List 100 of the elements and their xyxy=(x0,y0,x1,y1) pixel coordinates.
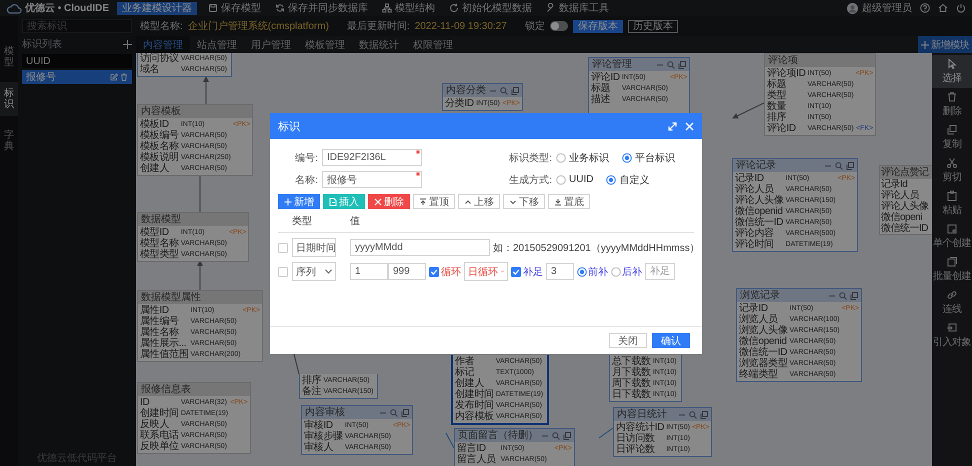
home-icon[interactable] xyxy=(938,3,948,13)
menu-button[interactable]: 保存并同步数据库 xyxy=(272,1,372,15)
column-name: 模型名称 xyxy=(140,238,179,249)
select-field[interactable]: 日循环 xyxy=(464,262,508,281)
column-name: 日评论数 xyxy=(616,444,656,455)
radio-option[interactable]: 后补 xyxy=(611,264,642,278)
menu-button[interactable]: 数据库工具 xyxy=(543,1,612,15)
list-item[interactable]: 报修号 xyxy=(22,70,132,84)
copy-icon[interactable] xyxy=(678,60,686,68)
module-tab[interactable]: 站点管理 xyxy=(190,36,244,53)
copy-icon[interactable] xyxy=(563,432,571,440)
edit-icon[interactable] xyxy=(110,73,118,81)
input-field[interactable]: 1 xyxy=(350,263,388,280)
tool-button[interactable]: 删除 xyxy=(932,88,972,121)
radio-option[interactable]: 业务标识 xyxy=(556,150,609,164)
copy-icon[interactable] xyxy=(850,292,858,300)
tool-button[interactable]: 单个创建 xyxy=(932,220,972,253)
expand-icon[interactable] xyxy=(668,122,677,130)
column-name: 标记 xyxy=(455,367,474,378)
rail-tab[interactable]: 标识 xyxy=(0,82,18,116)
column-name: 备注 xyxy=(302,386,322,397)
column-name: 模板ID xyxy=(140,119,169,130)
table-card[interactable]: 评论点赞记 记录Id 评论人员 评论人头像 微信openi 微信统一ID xyxy=(879,165,932,235)
tool-button[interactable]: 选择 xyxy=(932,55,972,88)
toolbar-button[interactable]: 置底 xyxy=(548,194,590,209)
user-name[interactable]: 超级管理员 xyxy=(862,1,912,15)
search-icon[interactable] xyxy=(390,408,398,416)
rail-tab[interactable]: 字典 xyxy=(0,124,18,158)
tool-button[interactable]: 粘贴 xyxy=(932,187,972,220)
select-field[interactable]: 序列 xyxy=(292,262,336,281)
column-name: 联系电话 xyxy=(140,430,179,441)
column-name: 模型类型 xyxy=(140,249,179,260)
copy-icon[interactable] xyxy=(846,162,854,170)
radio-icon xyxy=(556,152,566,162)
menu-button[interactable]: 初始化模型数据 xyxy=(446,1,536,15)
column-name: 微信openid xyxy=(739,336,788,347)
module-tab[interactable]: 模板管理 xyxy=(298,36,352,53)
close-icon[interactable] xyxy=(685,122,694,130)
radio-option[interactable]: 平台标识 xyxy=(622,150,675,164)
history-button[interactable]: 历史版本 xyxy=(628,20,678,32)
save-version-button[interactable]: 保存版本 xyxy=(572,20,623,32)
radio-option[interactable]: 自定义 xyxy=(606,172,650,186)
help-icon[interactable] xyxy=(920,3,930,13)
connector-line xyxy=(446,432,454,448)
input-field[interactable]: 999 xyxy=(388,263,426,280)
toolbar-button[interactable]: 下移 xyxy=(503,194,545,209)
checkbox-option[interactable]: 补足 xyxy=(511,264,543,278)
copy-icon[interactable] xyxy=(401,408,410,416)
module-tab[interactable]: 权限管理 xyxy=(406,36,460,53)
tool-button[interactable]: 复制 xyxy=(932,121,972,154)
tool-button[interactable]: 批量创建 xyxy=(932,253,972,286)
toolbar-button[interactable]: 上移 xyxy=(458,194,500,209)
column-name: 评论项ID xyxy=(767,68,806,79)
menu-button[interactable]: 模型结构 xyxy=(379,1,438,15)
toolbar-button[interactable]: 新增 xyxy=(278,194,320,209)
search-icon[interactable] xyxy=(835,162,844,170)
toggle-switch[interactable] xyxy=(550,21,568,31)
toolbar-button[interactable]: 删除 xyxy=(368,194,410,209)
checkbox-option[interactable]: 循环 xyxy=(429,264,461,278)
plus-icon[interactable] xyxy=(123,40,132,48)
search-icon[interactable] xyxy=(839,292,848,300)
connector-line xyxy=(203,76,209,104)
search-icon[interactable] xyxy=(552,432,560,440)
copy-icon[interactable] xyxy=(700,410,708,418)
input-field[interactable]: IDE92F2I36L xyxy=(322,149,422,166)
list-item[interactable]: UUID xyxy=(22,54,132,68)
input-field[interactable]: 3 xyxy=(546,263,574,280)
input-field[interactable]: yyyyMMdd xyxy=(350,239,490,256)
select-field[interactable]: 日期时间 xyxy=(292,238,336,257)
module-tab[interactable]: 数据统计 xyxy=(352,36,406,53)
tool-button[interactable]: 连线 xyxy=(932,286,972,319)
add-module-button[interactable]: 新增模块 xyxy=(918,36,972,53)
radio-option[interactable]: 前补 xyxy=(577,264,608,278)
checkbox[interactable] xyxy=(278,242,288,252)
menu-button[interactable]: 保存模型 xyxy=(205,1,264,15)
toolbar-button[interactable]: 置顶 xyxy=(413,194,455,209)
tool-button[interactable]: 引入对象 xyxy=(932,319,972,352)
square-plus-icon xyxy=(946,223,958,235)
clipboard-icon xyxy=(946,190,958,202)
column-name: 评论人员 xyxy=(735,184,774,195)
checkbox[interactable] xyxy=(278,266,288,276)
power-icon[interactable] xyxy=(956,3,966,13)
module-tab[interactable]: 用户管理 xyxy=(244,36,298,53)
trash-icon[interactable] xyxy=(120,73,128,81)
chevron-down-icon xyxy=(325,269,332,274)
column-name: 作者 xyxy=(455,356,476,367)
search-icon[interactable] xyxy=(689,410,698,418)
copy-icon[interactable] xyxy=(511,86,519,94)
hint-text: 如：20150529091201（yyyyMMddHHmmss） xyxy=(493,242,700,254)
search-icon[interactable] xyxy=(667,60,676,68)
input-field[interactable]: 补足 xyxy=(645,263,675,280)
dialog-button[interactable]: 确认 xyxy=(652,333,690,348)
tool-button[interactable]: 剪切 xyxy=(932,154,972,187)
radio-option[interactable]: UUID xyxy=(556,174,594,185)
dialog-button[interactable]: 关闭 xyxy=(609,333,647,348)
column-name: 记录ID xyxy=(735,173,765,184)
input-field[interactable]: 报修号 xyxy=(322,171,422,188)
search-icon[interactable] xyxy=(500,86,508,94)
connector-line xyxy=(197,260,203,290)
rail-tab[interactable]: 模型 xyxy=(0,40,18,74)
